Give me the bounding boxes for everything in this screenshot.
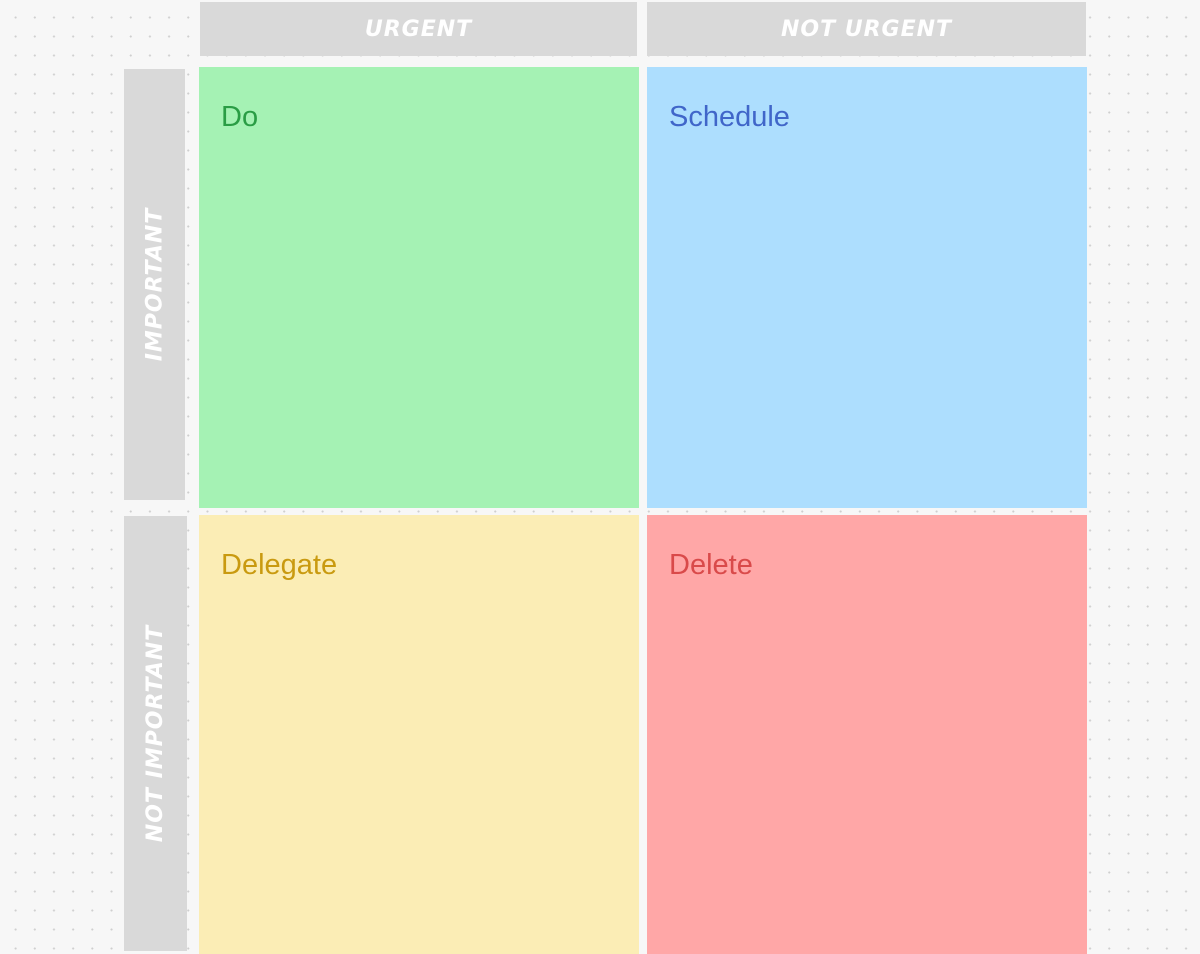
quadrant-delete[interactable]: Delete <box>647 515 1087 954</box>
row-header-important-label: IMPORTANT <box>142 207 168 362</box>
row-header-not-important-label: NOT IMPORTANT <box>143 624 169 843</box>
quadrant-do-title: Do <box>221 101 259 133</box>
quadrant-do[interactable]: Do <box>199 67 639 508</box>
quadrant-schedule-title: Schedule <box>669 101 790 133</box>
column-header-urgent-label: URGENT <box>364 16 473 42</box>
column-header-not-urgent-label: NOT URGENT <box>780 16 953 42</box>
column-header-not-urgent: NOT URGENT <box>647 2 1086 56</box>
row-header-not-important: NOT IMPORTANT <box>124 516 187 951</box>
row-header-important: IMPORTANT <box>124 69 185 500</box>
column-header-urgent: URGENT <box>200 2 637 56</box>
quadrant-delete-title: Delete <box>669 549 753 581</box>
quadrant-schedule[interactable]: Schedule <box>647 67 1087 508</box>
quadrant-delegate-title: Delegate <box>221 549 338 581</box>
quadrant-delegate[interactable]: Delegate <box>199 515 639 954</box>
